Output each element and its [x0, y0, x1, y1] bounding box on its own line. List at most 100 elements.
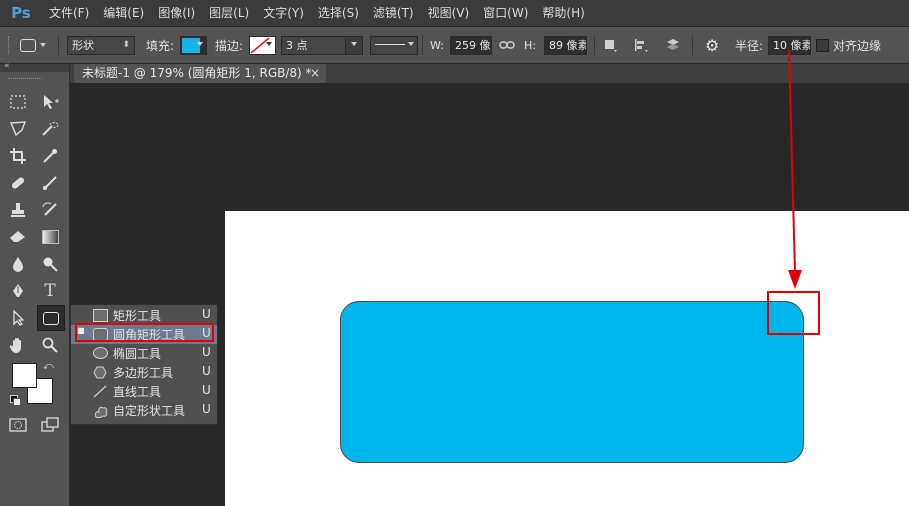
crop-tool-icon[interactable] [5, 145, 31, 167]
dodge-tool-icon[interactable] [37, 253, 63, 275]
chevron-down-icon [266, 42, 272, 46]
flyout-item-custom-shape[interactable]: 自定形状工具 U [71, 401, 217, 420]
menu-type[interactable]: 文字(Y) [256, 0, 311, 26]
flyout-item-shortcut: U [202, 364, 211, 378]
width-field[interactable]: 259 像素 [450, 36, 492, 55]
divider [422, 35, 423, 55]
brush-tool-icon[interactable] [37, 172, 63, 194]
custom-shape-tool-icon [93, 404, 108, 419]
flyout-item-shortcut: U [202, 383, 211, 397]
flyout-item-label: 多边形工具 [113, 366, 174, 380]
default-colors-icon[interactable] [10, 395, 21, 406]
rounded-rectangle-tool-icon[interactable] [37, 305, 65, 331]
polygon-tool-icon [93, 366, 107, 379]
hand-tool-icon[interactable] [5, 334, 31, 356]
flyout-item-label: 直线工具 [113, 385, 162, 399]
tool-mode-select[interactable]: 形状 ⬍ [67, 36, 135, 55]
gear-icon[interactable]: ⚙ [705, 27, 719, 63]
screen-mode-icon[interactable] [37, 414, 63, 436]
swap-colors-icon[interactable]: ⤺ [43, 361, 54, 372]
flyout-item-line[interactable]: 直线工具 U [71, 382, 217, 401]
fill-swatch[interactable] [180, 36, 207, 55]
panel-grip [8, 78, 42, 80]
menu-image[interactable]: 图像(I) [151, 0, 202, 26]
tool-preset-picker[interactable] [20, 27, 46, 63]
quick-selection-tool-icon[interactable] [37, 118, 63, 140]
divider [594, 35, 595, 55]
tools-panel-header: « [0, 61, 69, 72]
align-edges-label: 对齐边缘 [833, 38, 882, 53]
stroke-label: 描边: [215, 38, 244, 53]
close-tab-icon[interactable]: × [310, 64, 320, 83]
blur-tool-icon[interactable] [5, 253, 31, 275]
flyout-item-shortcut: U [202, 307, 211, 321]
height-field[interactable]: 89 像素 [544, 36, 587, 55]
stroke-line-preview [375, 44, 405, 45]
menu-bar: Ps 文件(F) 编辑(E) 图像(I) 图层(L) 文字(Y) 选择(S) 滤… [0, 0, 909, 26]
height-label: H: [524, 38, 536, 52]
rounded-rectangle-shape[interactable] [340, 301, 804, 463]
tool-mode-value: 形状 [72, 39, 94, 52]
document-tab-title: 未标题-1 @ 179% (圆角矩形 1, RGB/8) * [82, 66, 312, 80]
flyout-item-polygon[interactable]: 多边形工具 U [71, 363, 217, 382]
menu-view[interactable]: 视图(V) [421, 0, 477, 26]
stroke-type-select[interactable] [370, 36, 418, 55]
menu-select[interactable]: 选择(S) [311, 0, 366, 26]
align-edges-checkbox[interactable] [816, 27, 829, 63]
stroke-width-value: 3 点 [286, 39, 308, 52]
foreground-color-swatch[interactable] [12, 363, 37, 388]
menu-help[interactable]: 帮助(H) [535, 0, 591, 26]
pen-tool-icon[interactable] [5, 280, 31, 302]
path-operations-icon[interactable] [602, 27, 618, 63]
flyout-item-ellipse[interactable]: 椭圆工具 U [71, 344, 217, 363]
rounded-rectangle-preset-icon [20, 38, 36, 52]
ellipse-tool-icon [93, 347, 108, 359]
chevron-down-icon [40, 43, 46, 47]
history-brush-tool-icon[interactable] [37, 199, 63, 221]
stroke-width-field[interactable]: 3 点 [281, 36, 363, 55]
clone-stamp-tool-icon[interactable] [5, 199, 31, 221]
stroke-swatch[interactable] [249, 36, 276, 55]
collapse-icon[interactable]: « [4, 61, 10, 71]
divider [692, 35, 693, 55]
rectangular-marquee-tool-icon[interactable] [5, 91, 31, 113]
quick-mask-icon[interactable] [5, 414, 31, 436]
flyout-item-label: 椭圆工具 [113, 347, 162, 361]
eraser-tool-icon[interactable] [5, 226, 31, 248]
options-grip [8, 27, 11, 63]
move-tool-icon[interactable] [37, 91, 63, 113]
eyedropper-tool-icon[interactable] [37, 145, 63, 167]
tools-panel: « T ⤺ [0, 61, 70, 506]
radius-field[interactable]: 10 像素 [768, 36, 811, 55]
updown-chevron-icon: ⬍ [122, 40, 130, 50]
divider [58, 35, 59, 55]
path-alignment-icon[interactable] [633, 27, 649, 63]
line-tool-icon [93, 385, 107, 398]
flyout-item-label: 自定形状工具 [113, 404, 186, 418]
menu-file[interactable]: 文件(F) [42, 0, 96, 26]
healing-brush-tool-icon[interactable] [5, 172, 31, 194]
menu-window[interactable]: 窗口(W) [476, 0, 535, 26]
flyout-item-label: 矩形工具 [113, 309, 162, 323]
width-label: W: [430, 38, 444, 52]
zoom-tool-icon[interactable] [37, 334, 63, 356]
checkbox-box [816, 38, 829, 52]
path-selection-tool-icon[interactable] [5, 307, 31, 329]
chevron-down-icon [197, 42, 203, 46]
document-tab[interactable]: 未标题-1 @ 179% (圆角矩形 1, RGB/8) * × [74, 64, 326, 83]
menu-layer[interactable]: 图层(L) [202, 0, 256, 26]
type-tool-icon[interactable]: T [37, 280, 63, 302]
annotation-highlight-flyout-item [75, 323, 214, 342]
stroke-width-dropdown[interactable] [345, 37, 362, 54]
fill-label: 填充: [146, 38, 175, 53]
options-bar: 形状 ⬍ 填充: 描边: 3 点 W: 259 像素 H: 89 像素 ⚙ 半径… [0, 26, 909, 64]
annotation-highlight-corner [767, 291, 820, 335]
link-icon[interactable] [499, 27, 515, 63]
rectangle-tool-icon [93, 309, 108, 322]
flyout-item-shortcut: U [202, 345, 211, 359]
path-arrangement-icon[interactable] [664, 27, 682, 63]
menu-edit[interactable]: 编辑(E) [96, 0, 151, 26]
lasso-tool-icon[interactable] [5, 118, 31, 140]
menu-filter[interactable]: 滤镜(T) [366, 0, 421, 26]
gradient-tool-icon[interactable] [37, 226, 63, 248]
